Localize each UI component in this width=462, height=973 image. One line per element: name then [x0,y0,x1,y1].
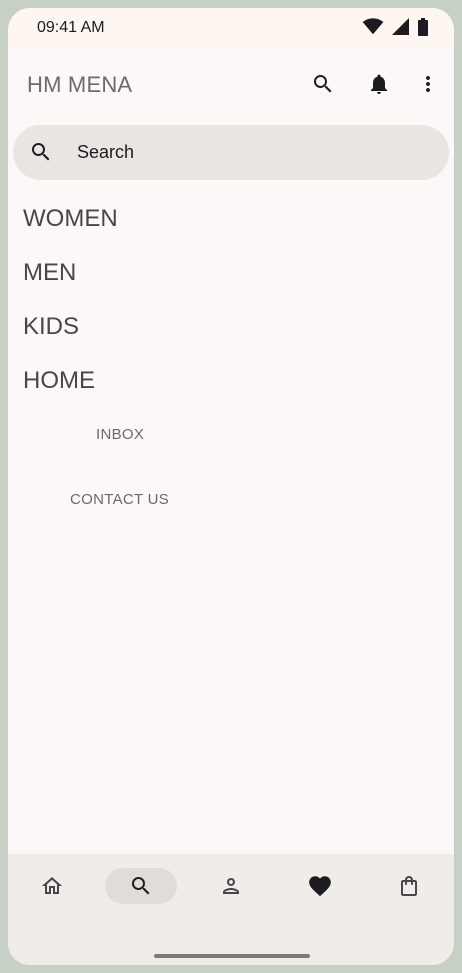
notifications-button[interactable] [363,68,395,100]
search-icon [132,877,150,895]
shopping-bag-icon [401,876,417,896]
nav-search[interactable] [105,868,177,904]
account-icon [223,878,239,894]
search-icon [32,143,50,161]
nav-favorites[interactable] [284,868,356,904]
inbox-link[interactable]: INBOX [96,426,144,443]
search-bar[interactable] [13,125,449,180]
search-input[interactable] [77,142,377,163]
nav-bag[interactable] [373,868,445,904]
more-vert-icon [426,76,430,92]
header-search-button[interactable] [307,68,339,100]
wifi-icon [362,18,384,35]
nav-home[interactable] [16,868,88,904]
phone-screen: 09:41 AM HM MENA WOMEN MEN KIDS HOME INB… [8,8,454,965]
cellular-icon [392,18,409,35]
category-home[interactable]: HOME [23,367,95,395]
search-icon [314,75,332,93]
battery-icon [418,18,428,36]
status-time: 09:41 AM [37,19,105,36]
bottom-navigation [8,854,454,965]
more-options-button[interactable] [412,68,444,100]
top-app-bar: HM MENA [8,48,454,120]
home-icon [42,877,62,894]
status-bar: 09:41 AM [8,8,454,48]
nav-account[interactable] [195,868,267,904]
home-indicator[interactable] [154,954,310,958]
favorite-icon [309,876,331,897]
bell-icon [371,74,387,94]
contact-us-link[interactable]: CONTACT US [70,491,169,508]
category-men[interactable]: MEN [23,259,76,287]
category-kids[interactable]: KIDS [23,313,79,341]
category-women[interactable]: WOMEN [23,205,118,233]
app-title: HM MENA [27,72,133,97]
status-icons [362,18,428,36]
